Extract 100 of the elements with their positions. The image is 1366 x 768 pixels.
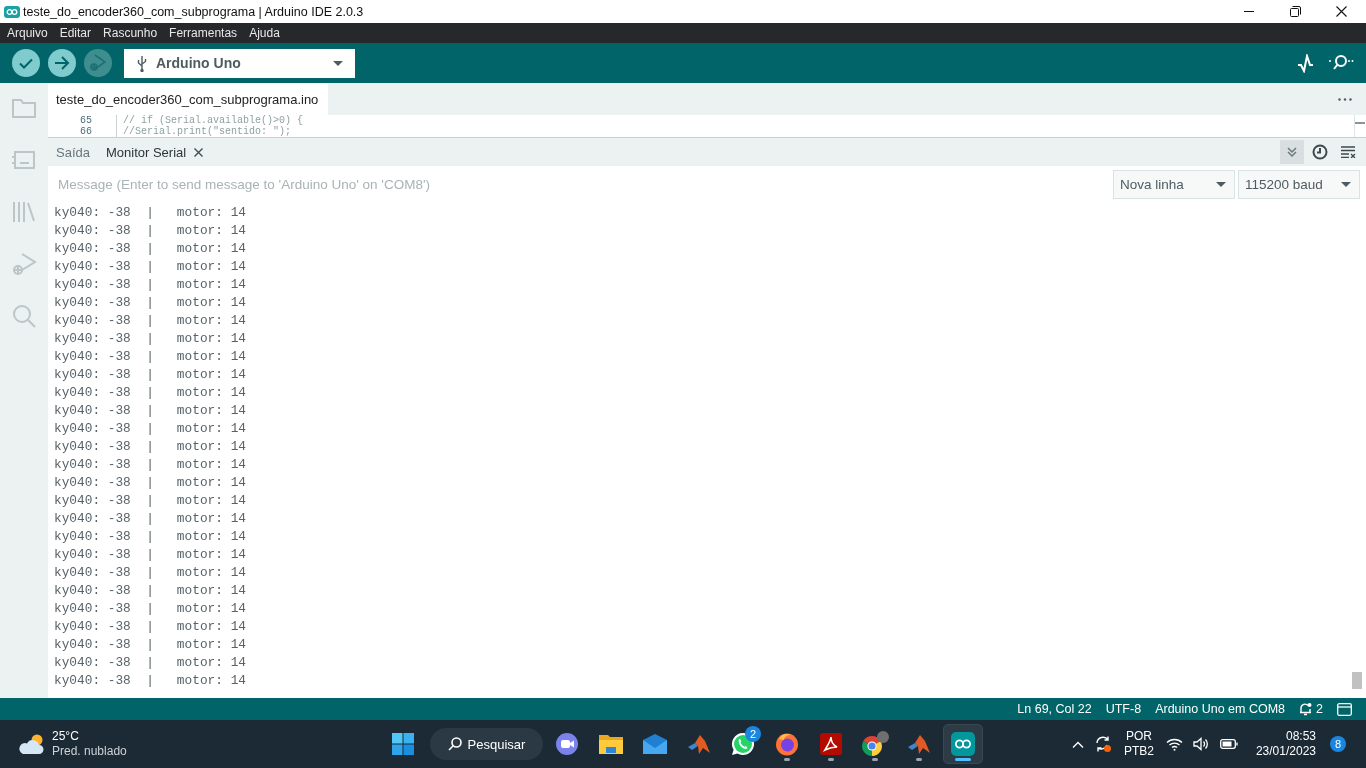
browser-icon [861,731,889,757]
double-chevron-icon [1286,146,1298,158]
serial-output-line: ky040: -38 | motor: 14 [54,366,246,384]
code-line: //Serial.print("sentido: "); [123,126,292,137]
serial-output-line: ky040: -38 | motor: 14 [54,240,246,258]
play-bug-icon [11,251,37,277]
line-number: 66 [80,126,92,137]
line-ending-dropdown[interactable]: Nova linha [1113,170,1235,199]
serial-monitor-button[interactable] [1328,54,1354,72]
scrollbar-marker [1355,122,1365,124]
serial-output-line: ky040: -38 | motor: 14 [54,330,246,348]
menu-item[interactable]: Ferramentas [163,26,244,40]
input-language-button[interactable]: POR PTB2 [1119,729,1158,759]
battery-icon [1219,739,1238,749]
serial-output-line: ky040: -38 | motor: 14 [54,258,246,276]
video-chat-icon [555,732,579,756]
serial-output-line: ky040: -38 | motor: 14 [54,384,246,402]
search-button[interactable]: Pesquisar [430,728,543,760]
menu-item[interactable]: Ajuda [243,26,286,40]
serial-output-line: ky040: -38 | motor: 14 [54,546,246,564]
serial-output-line: ky040: -38 | motor: 14 [54,474,246,492]
serial-plotter-button[interactable] [1297,53,1314,73]
baud-rate-dropdown[interactable]: 115200 baud [1238,170,1360,199]
serial-output-line: ky040: -38 | motor: 14 [54,564,246,582]
serial-output-line: ky040: -38 | motor: 14 [54,600,246,618]
temperature: 25°C [52,729,79,744]
toggle-panel-button[interactable] [1337,702,1352,716]
restore-icon [1289,6,1301,17]
running-indicator [955,758,971,761]
menu-item[interactable]: Arquivo [1,26,54,40]
arrow-right-icon [54,56,70,70]
serial-output-line: ky040: -38 | motor: 14 [54,510,246,528]
running-indicator [872,758,878,761]
serial-output-line: ky040: -38 | motor: 14 [54,492,246,510]
pulse-icon [1297,53,1314,73]
verify-button[interactable] [12,49,40,77]
close-icon [194,147,204,157]
serial-output-line: ky040: -38 | motor: 14 [54,312,246,330]
caret-down-icon [333,60,343,66]
serial-output-line: ky040: -38 | motor: 14 [54,222,246,240]
serial-output-line: ky040: -38 | motor: 14 [54,204,246,222]
usb-icon [137,54,147,72]
fox-globe-icon [775,732,799,756]
serial-output-line: ky040: -38 | motor: 14 [54,618,246,636]
play-bug-icon [90,54,106,72]
document-icon [820,733,842,755]
running-indicator [828,758,834,761]
panel-tab[interactable]: Monitor Serial [98,138,212,166]
notifications-button[interactable]: 2 [1299,702,1323,716]
more-icon [1338,97,1352,101]
running-indicator [784,758,790,761]
caret-down-icon [1341,182,1351,187]
window-title: teste_do_encoder360_com_subprograma | Arduino IDE 2.0.3 [23,4,364,19]
panel-tab[interactable]: Saída [48,138,98,166]
line-number: 65 [80,115,92,126]
cursor-position[interactable]: Ln 69, Col 22 [1017,702,1092,716]
magnifier-icon [1328,54,1354,72]
menu-item[interactable]: Editar [53,26,98,40]
envelope-icon [642,733,668,755]
encoding[interactable]: UTF-8 [1105,702,1142,716]
upload-button[interactable] [48,49,76,77]
taskbar-app[interactable] [943,724,983,764]
serial-output-line: ky040: -38 | motor: 14 [54,582,246,600]
peak-icon [687,733,711,755]
search-icon [447,737,462,751]
scrollbar-thumb[interactable] [1352,672,1362,689]
peak-icon [907,733,931,755]
sync-icon [1093,735,1112,753]
caret-down-icon [1216,182,1226,187]
serial-output-line: ky040: -38 | motor: 14 [54,276,246,294]
taskbar-app[interactable]: 2 [723,724,763,764]
board-selector[interactable]: Arduino Uno [124,48,355,78]
windows-logo-icon [392,733,414,755]
speaker-icon [1192,737,1210,751]
clear-list-icon [1340,146,1356,158]
notification-count: 2 [745,726,761,742]
minimize-icon [1244,11,1254,12]
serial-output-line: ky040: -38 | motor: 14 [54,654,246,672]
clock-button[interactable]: 08:53 23/01/2023 [1253,729,1318,759]
file-tab[interactable]: teste_do_encoder360_com_subprograma.ino [48,83,329,115]
more-button[interactable] [1338,97,1352,101]
folder-icon [598,733,624,755]
notification-count: 8 [1330,736,1346,752]
autoscroll-toggle[interactable] [1280,140,1304,164]
check-icon [19,57,33,69]
connection-status[interactable]: Arduino Uno em COM8 [1155,702,1286,716]
serial-output-line: ky040: -38 | motor: 14 [54,402,246,420]
chevron-up-icon [1071,740,1084,748]
close-icon [1335,6,1347,17]
books-icon [11,199,37,225]
serial-output-line: ky040: -38 | motor: 14 [54,456,246,474]
menu-item[interactable]: Rascunho [97,26,164,40]
search-icon [11,303,37,329]
weather-forecast: Pred. nublado [52,744,127,759]
serial-output-line: ky040: -38 | motor: 14 [54,672,246,690]
app-logo-icon [4,5,20,18]
serial-output-line: ky040: -38 | motor: 14 [54,348,246,366]
code-line: // if (Serial.available()>0) { [123,115,304,126]
infinity-tile-icon [951,732,975,756]
bell-icon [1299,702,1313,716]
